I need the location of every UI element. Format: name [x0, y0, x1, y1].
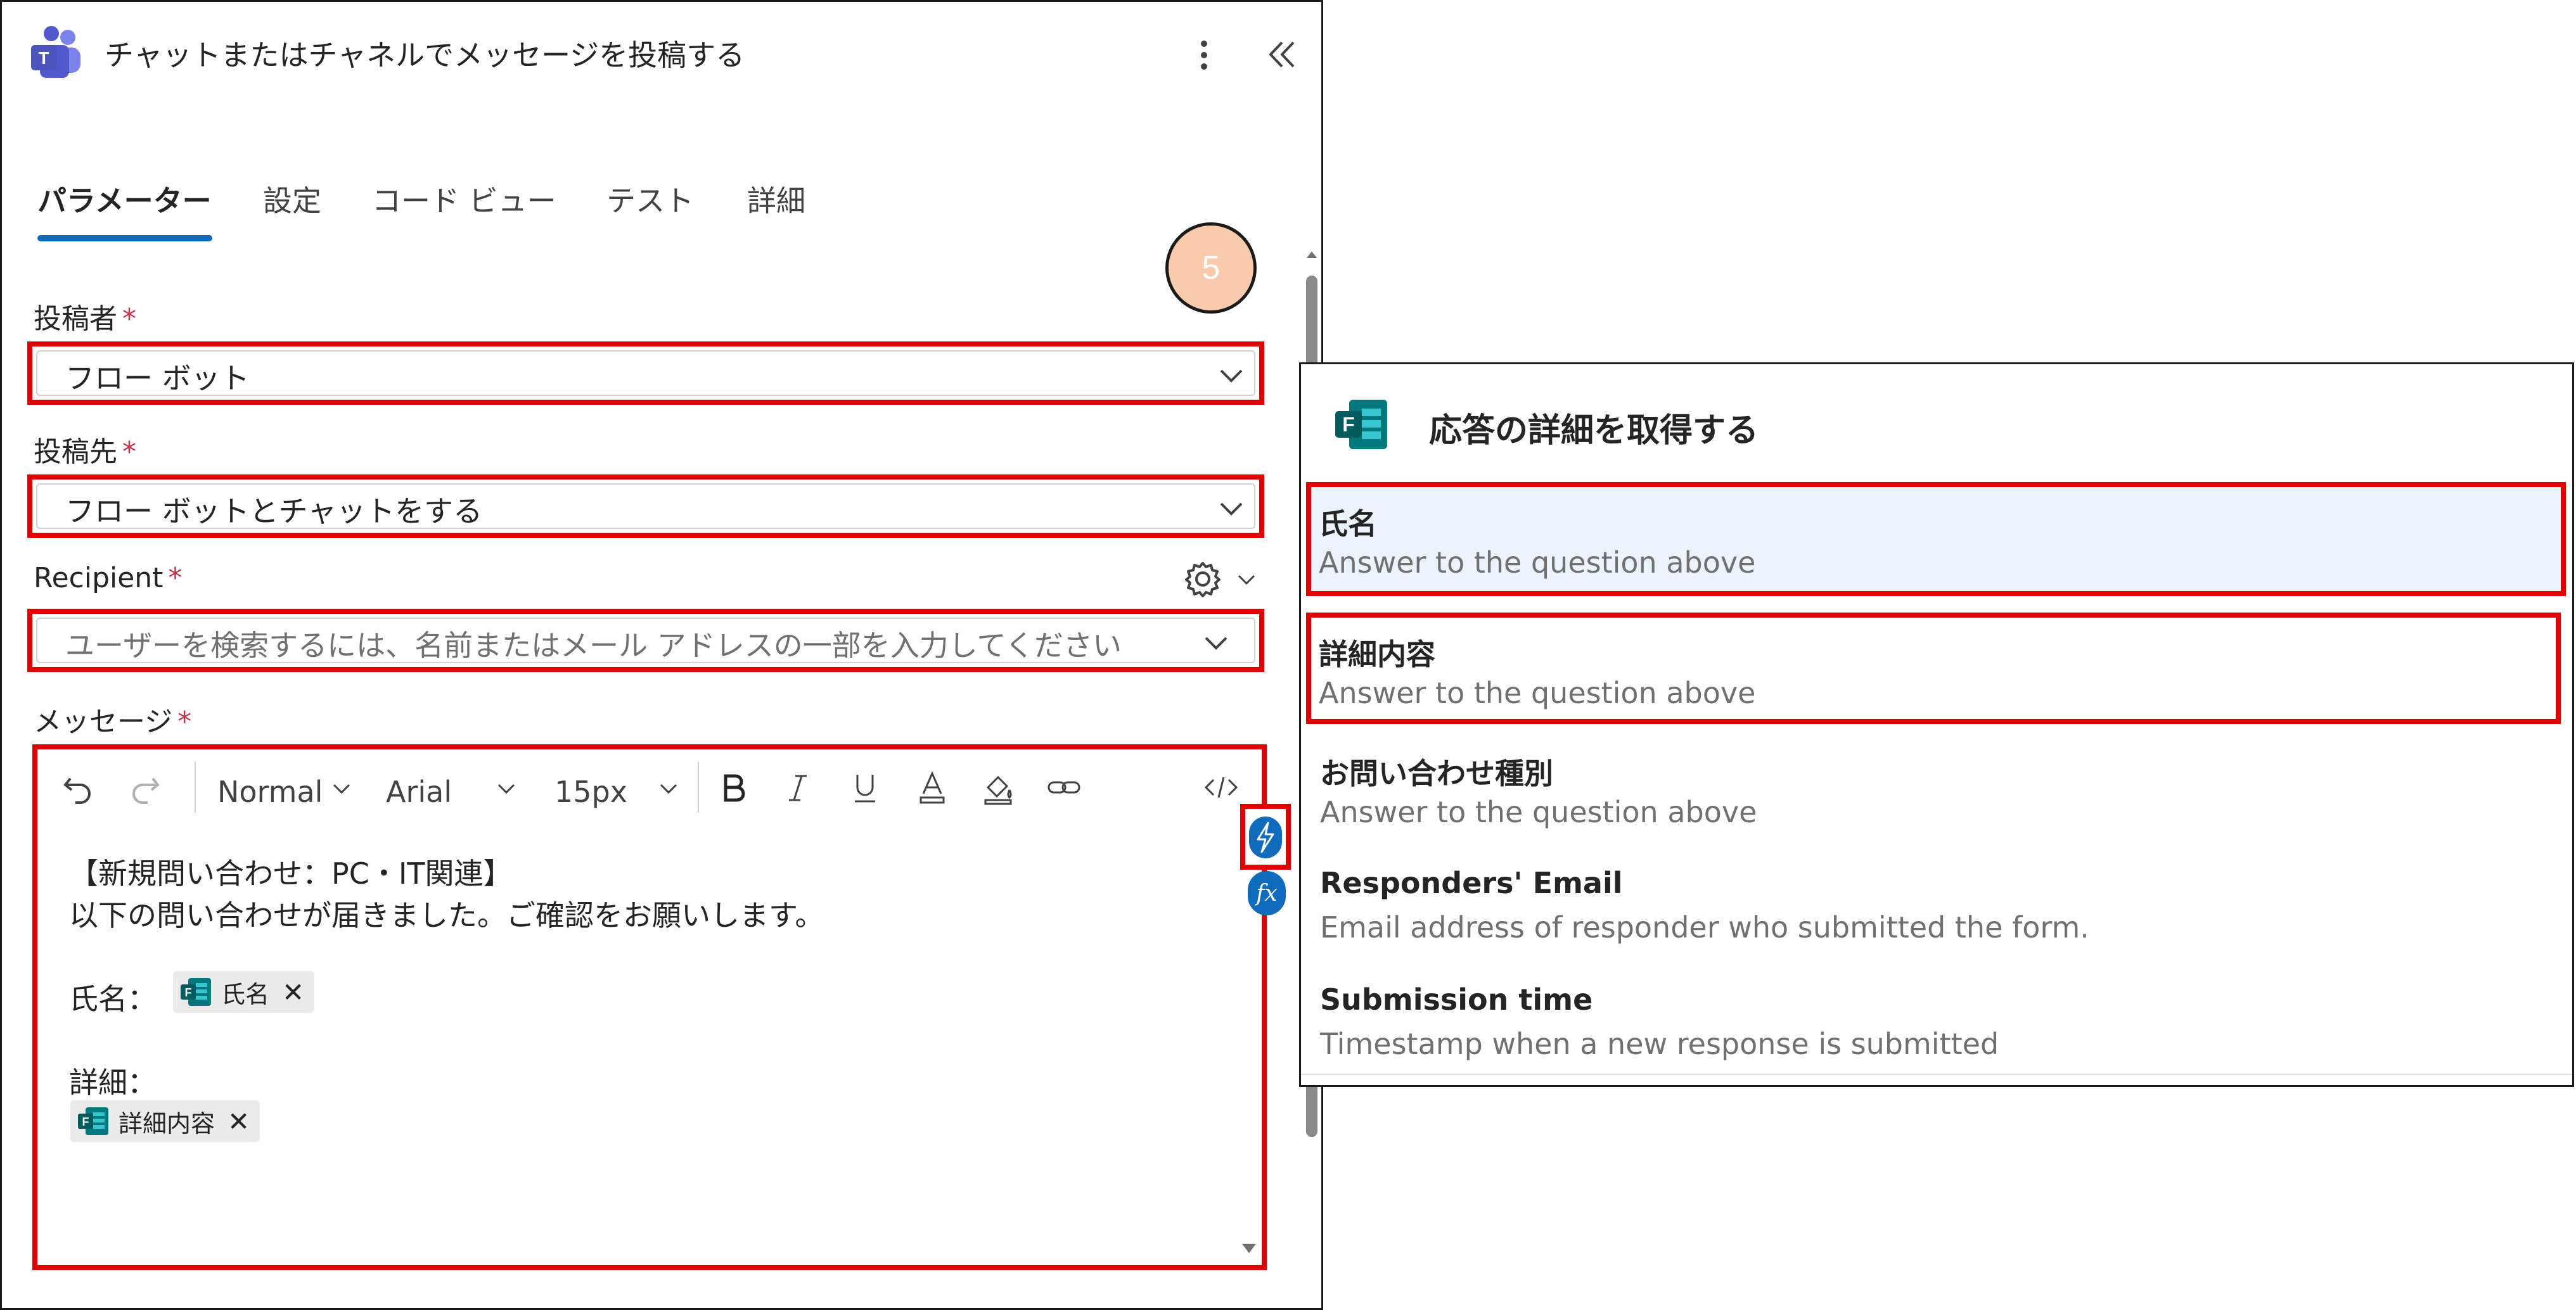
poster-dropdown[interactable]: フロー ボット — [27, 341, 1264, 405]
svg-text:F: F — [1342, 413, 1355, 436]
option-name-label: Responders' Email — [1320, 866, 1623, 900]
highlight-color-icon[interactable] — [979, 768, 1017, 806]
popup-divider — [1301, 1074, 2572, 1075]
svg-text:F: F — [82, 1116, 89, 1128]
dynamic-content-token[interactable]: F 氏名 ✕ — [173, 971, 315, 1013]
dynamic-content-button[interactable] — [1240, 804, 1291, 870]
chevron-down-icon — [1220, 369, 1243, 383]
tab-code-view[interactable]: コード ビュー — [372, 178, 556, 220]
toolbar-divider — [195, 762, 196, 813]
chevron-down-icon — [1220, 502, 1243, 516]
expression-button[interactable]: fx — [1248, 871, 1286, 915]
name-field-label: 氏名： — [69, 982, 157, 1016]
dynamic-content-token[interactable]: F 詳細内容 ✕ — [70, 1100, 260, 1142]
tab-test[interactable]: テスト — [606, 178, 694, 220]
option-description: Email address of responder who submitted… — [1320, 910, 2089, 944]
editor-toolbar: Normal Arial 15px — [37, 749, 1262, 825]
more-options-icon[interactable] — [1187, 32, 1221, 78]
option-name[interactable]: 氏名 Answer to the question above — [1306, 482, 2566, 596]
tab-details[interactable]: 詳細 — [747, 178, 805, 220]
option-description: Timestamp when a new response is submitt… — [1320, 1027, 1999, 1061]
post-in-label: 投稿先 * — [34, 436, 136, 468]
popup-title: 応答の詳細を取得する — [1429, 412, 1759, 450]
option-name-label: Submission time — [1320, 982, 1593, 1017]
step-number-badge: 5 — [1165, 222, 1257, 314]
option-description: Answer to the question above — [1320, 795, 1757, 829]
chevron-down-icon — [660, 784, 677, 794]
option-inquiry-type[interactable]: お問い合わせ種別 Answer to the question above — [1307, 732, 2565, 839]
undo-icon[interactable] — [59, 768, 97, 806]
chevron-down-icon — [497, 784, 515, 794]
chevron-down-icon — [1205, 637, 1227, 650]
post-in-dropdown[interactable]: フロー ボットとチャットをする — [27, 474, 1264, 538]
lightning-icon — [1257, 822, 1274, 853]
recipient-settings[interactable] — [1181, 557, 1269, 601]
option-name-label: 氏名 — [1319, 507, 1377, 541]
bold-icon[interactable] — [714, 768, 752, 806]
message-line: 【新規問い合わせ：PC・IT関連】 — [69, 856, 513, 891]
option-description: Answer to the question above — [1319, 676, 1756, 710]
action-panel: T チャットまたはチャネルでメッセージを投稿する パラメーター 設定 コード ビ… — [0, 0, 1323, 1310]
recipient-label: Recipient * — [34, 562, 183, 594]
paragraph-style-select[interactable]: Normal — [217, 775, 323, 809]
tab-settings[interactable]: 設定 — [263, 178, 321, 220]
message-editor[interactable]: Normal Arial 15px 【新規問い合わせ：PC・IT関連】 以下の問… — [32, 744, 1267, 1270]
code-view-icon[interactable] — [1202, 768, 1240, 806]
svg-text:T: T — [38, 48, 49, 68]
chevron-down-icon — [1238, 575, 1255, 585]
recipient-placeholder: ユーザーを検索するには、名前またはメール アドレスの一部を入力してください — [65, 628, 1122, 663]
forms-icon: F — [78, 1107, 108, 1135]
teams-icon: T — [31, 26, 80, 78]
underline-icon[interactable] — [846, 768, 884, 806]
dynamic-content-popup: F 応答の詳細を取得する 氏名 Answer to the question a… — [1299, 362, 2574, 1087]
font-size-select[interactable]: 15px — [554, 775, 627, 809]
toolbar-divider — [698, 762, 699, 813]
message-line: 以下の問い合わせが届きました。ご確認をお願いします。 — [69, 898, 824, 932]
redo-icon[interactable] — [126, 768, 164, 806]
option-name-label: お問い合わせ種別 — [1320, 756, 1553, 791]
token-label: 詳細内容 — [119, 1109, 215, 1138]
option-name-label: 詳細内容 — [1319, 637, 1435, 671]
option-responders-email[interactable]: Responders' Email Email address of respo… — [1307, 847, 2565, 955]
poster-label: 投稿者 * — [34, 303, 136, 335]
link-icon[interactable] — [1045, 768, 1083, 806]
option-description: Answer to the question above — [1319, 545, 1756, 580]
active-tab-indicator — [37, 235, 212, 241]
scroll-up-arrow-icon[interactable] — [1305, 248, 1319, 262]
collapse-panel-icon[interactable] — [1263, 34, 1301, 75]
forms-icon: F — [1335, 400, 1387, 449]
poster-value: フロー ボット — [65, 361, 250, 395]
chevron-down-icon — [333, 784, 350, 794]
tab-parameters[interactable]: パラメーター — [37, 178, 212, 220]
svg-text:F: F — [185, 986, 192, 999]
post-in-value: フロー ボットとチャットをする — [65, 494, 483, 528]
remove-token-icon[interactable]: ✕ — [227, 1106, 250, 1137]
detail-field-label: 詳細： — [69, 1065, 157, 1100]
font-color-icon[interactable] — [913, 768, 951, 806]
token-label: 氏名 — [221, 980, 270, 1008]
scroll-down-arrow-icon[interactable] — [1238, 1237, 1260, 1260]
option-submission-time[interactable]: Submission time Timestamp when a new res… — [1307, 963, 2565, 1071]
action-title: チャットまたはチャネルでメッセージを投稿する — [105, 38, 745, 72]
panel-header: T チャットまたはチャネルでメッセージを投稿する — [2, 2, 1321, 110]
font-family-select[interactable]: Arial — [386, 775, 452, 809]
option-details[interactable]: 詳細内容 Answer to the question above — [1306, 613, 2561, 724]
recipient-search-input[interactable]: ユーザーを検索するには、名前またはメール アドレスの一部を入力してください — [27, 609, 1264, 672]
forms-icon: F — [181, 978, 211, 1006]
message-label: メッセージ * — [34, 706, 192, 738]
gear-icon — [1185, 562, 1221, 597]
remove-token-icon[interactable]: ✕ — [282, 977, 304, 1008]
italic-icon[interactable] — [779, 768, 817, 806]
